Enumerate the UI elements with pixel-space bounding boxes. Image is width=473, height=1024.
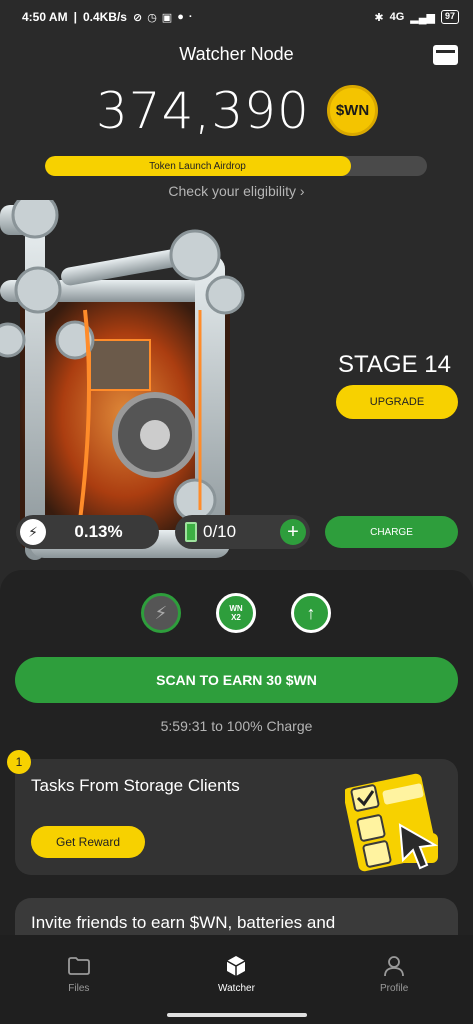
add-battery-button[interactable]: + <box>280 519 306 545</box>
invite-friends-text: Invite friends to earn $WN, batteries an… <box>31 913 336 932</box>
nav-label-watcher: Watcher <box>218 983 255 994</box>
scan-to-earn-button[interactable]: SCAN TO EARN 30 $WN <box>15 657 458 703</box>
charge-countdown: 5:59:31 to 100% Charge <box>160 718 313 734</box>
page-title: Watcher Node <box>179 44 294 64</box>
check-eligibility-link[interactable]: Check your eligibility › <box>0 183 473 199</box>
status-bar: 4:50 AM | 0.4KB/s ⊘ ◷ ▣ ● · ✱ 4G ▂▄▆ 97 <box>0 0 473 34</box>
balance-amount: 374,390 <box>96 82 310 140</box>
message-icon: ▣ <box>161 11 173 24</box>
nav-item-profile[interactable]: Profile <box>324 935 464 1024</box>
checklist-illustration-icon <box>345 773 439 872</box>
charge-button[interactable]: CHARGE <box>325 516 458 548</box>
stage-label: STAGE 14 <box>338 351 451 378</box>
signal-icon: ▂▄▆ <box>410 11 435 24</box>
upgrade-arrow-icon[interactable]: ↑ <box>291 593 331 633</box>
get-reward-button[interactable]: Get Reward <box>31 826 145 858</box>
upgrade-button[interactable]: UPGRADE <box>336 385 458 419</box>
battery-count: 0/10 <box>203 522 237 541</box>
airdrop-progress-label: Token Launch Airdrop <box>149 160 246 172</box>
task-count-badge: 1 <box>7 750 31 774</box>
bluetooth-icon: ✱ <box>374 11 384 24</box>
nav-item-watcher[interactable]: Watcher <box>166 935 306 1024</box>
wallet-icon[interactable] <box>433 45 458 65</box>
app-icon: ● <box>177 11 184 23</box>
cube-icon <box>225 955 247 977</box>
lightning-icon: ⚡ <box>20 519 46 545</box>
nav-label-files: Files <box>68 983 90 994</box>
task-title: Tasks From Storage Clients <box>31 776 240 795</box>
airdrop-progress-bar: Token Launch Airdrop <box>45 156 427 176</box>
status-speed: 0.4KB/s <box>82 10 127 24</box>
dot-icon: · <box>188 11 193 23</box>
lightning-boost-icon[interactable]: ⚡ <box>141 593 181 633</box>
folder-icon <box>67 955 90 977</box>
home-indicator <box>167 1013 307 1017</box>
network-type: 4G <box>389 11 405 23</box>
battery-icon <box>185 522 197 542</box>
multiplier-boost-icon[interactable]: WN X2 <box>216 593 256 633</box>
nav-item-files[interactable]: Files <box>9 935 149 1024</box>
charge-percent-pill: ⚡ 0.13% <box>16 515 159 549</box>
battery-indicator: 97 <box>440 10 459 24</box>
battery-count-pill: 0/10 + <box>175 515 310 549</box>
alarm-icon: ◷ <box>147 11 157 24</box>
charge-percent: 0.13% <box>74 522 123 541</box>
alarm-off-icon: ⊘ <box>132 11 143 24</box>
user-icon <box>383 955 405 977</box>
status-time: 4:50 AM <box>22 10 68 24</box>
wn-coin-icon: $WN <box>327 85 378 136</box>
nav-label-profile: Profile <box>379 983 409 994</box>
bottom-nav: Files Watcher Profile <box>0 935 473 1024</box>
